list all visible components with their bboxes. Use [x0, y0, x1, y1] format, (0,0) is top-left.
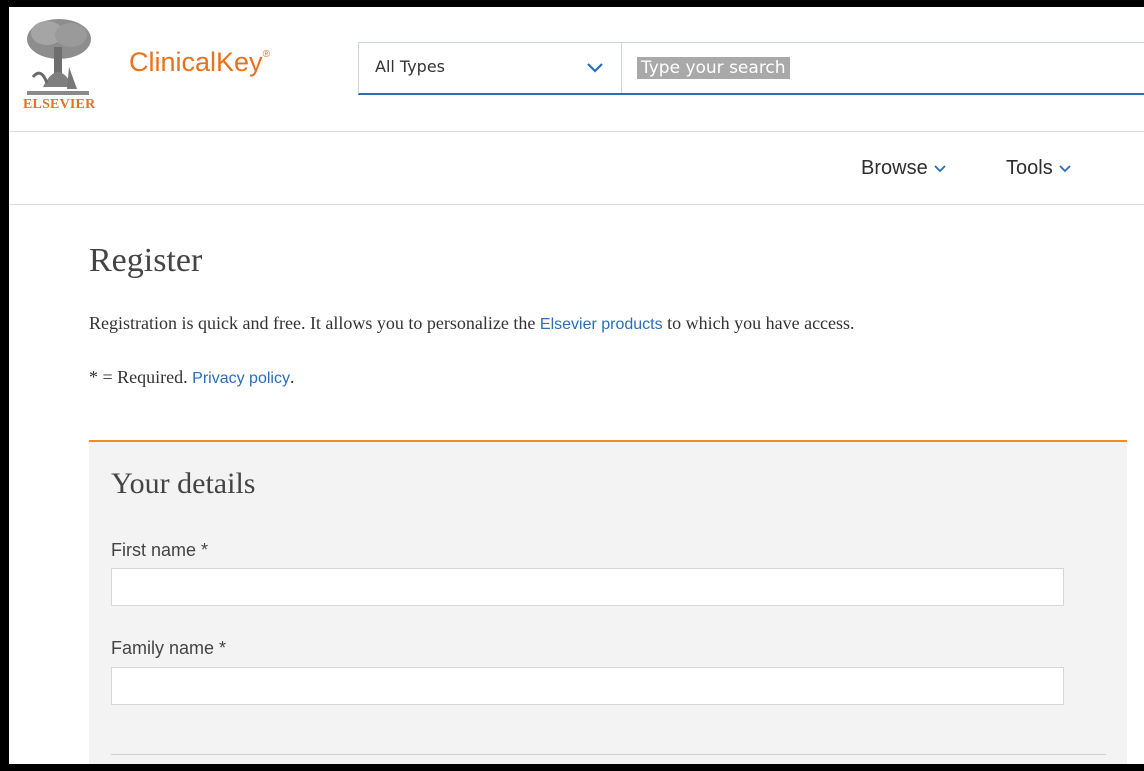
search-bar: All Types Type your search: [358, 42, 1144, 95]
privacy-policy-link[interactable]: Privacy policy: [192, 370, 290, 387]
nav-tools[interactable]: Tools: [1006, 157, 1072, 180]
nav-browse-label: Browse: [861, 157, 928, 179]
app-frame: ELSEVIER ClinicalKey® All Types Type you…: [9, 7, 1144, 764]
family-name-field[interactable]: [111, 667, 1064, 705]
intro-text-end: to which you have access.: [662, 313, 855, 333]
required-note-text: * = Required.: [89, 367, 193, 387]
nav-browse[interactable]: Browse: [861, 157, 947, 180]
first-name-label: First name *: [111, 540, 209, 560]
elsevier-products-link[interactable]: Elsevier products: [540, 316, 663, 333]
elsevier-logo[interactable]: ELSEVIER: [23, 17, 113, 117]
chevron-down-icon: [587, 63, 603, 73]
your-details-panel: Your details First name * Family name *: [89, 440, 1127, 764]
brand-logo[interactable]: ClinicalKey®: [129, 47, 270, 78]
elsevier-tree-logo-icon: [23, 17, 93, 95]
nav-tools-label: Tools: [1006, 157, 1053, 179]
content-type-dropdown[interactable]: All Types: [359, 43, 622, 93]
chevron-down-icon: [1059, 164, 1071, 172]
publisher-wordmark: ELSEVIER: [23, 97, 96, 112]
main-nav: Browse Tools: [9, 132, 1144, 205]
chevron-down-icon: [934, 164, 946, 172]
search-input-text: Type your search: [637, 57, 790, 79]
section-divider: [111, 754, 1106, 755]
family-name-label: Family name *: [111, 638, 227, 658]
required-note-period: .: [289, 367, 295, 387]
page-title: Register: [89, 242, 203, 279]
top-header: ELSEVIER ClinicalKey® All Types Type you…: [9, 7, 1144, 132]
required-note: * = Required. Privacy policy.: [89, 367, 294, 388]
registered-mark: ®: [262, 49, 270, 60]
section-title: Your details: [111, 467, 256, 500]
brand-name: ClinicalKey: [129, 47, 263, 77]
first-name-field[interactable]: [111, 568, 1064, 606]
intro-text: Registration is quick and free. It allow…: [89, 313, 855, 334]
intro-text-start: Registration is quick and free. It allow…: [89, 313, 540, 333]
content-type-selected: All Types: [375, 57, 446, 76]
